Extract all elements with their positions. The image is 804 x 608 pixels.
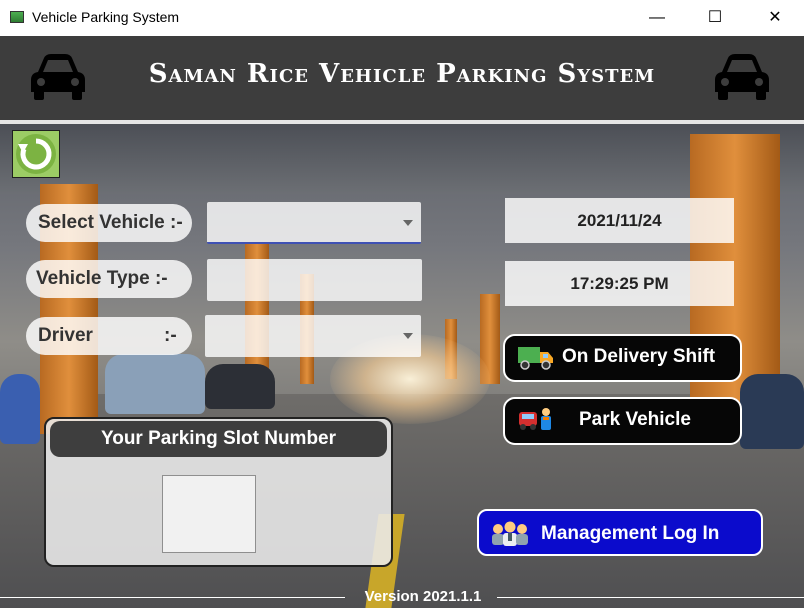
footer-divider — [497, 597, 804, 598]
park-vehicle-label: Park Vehicle — [579, 409, 691, 430]
car-icon — [715, 54, 769, 100]
minimize-button[interactable]: — — [628, 0, 686, 36]
parking-slot-title: Your Parking Slot Number — [50, 421, 387, 457]
header-banner: Saman Rice Vehicle Parking System — [0, 36, 804, 120]
parked-car — [740, 374, 804, 449]
management-team-icon — [492, 521, 528, 546]
driver-label-text: Driver — [38, 325, 93, 346]
maximize-button[interactable]: ☐ — [686, 0, 744, 36]
driver-label: Driver :- — [26, 317, 192, 355]
refresh-button[interactable] — [12, 130, 60, 178]
management-login-button[interactable]: Management Log In — [477, 509, 763, 556]
version-label: Version 2021.1.1 — [364, 588, 482, 605]
delivery-truck-icon — [518, 347, 553, 370]
park-vehicle-button[interactable]: Park Vehicle — [503, 397, 742, 445]
page-title: Saman Rice Vehicle Parking System — [148, 59, 656, 89]
parked-car — [0, 374, 40, 444]
window-titlebar: Vehicle Parking System — ☐ ✕ — [0, 0, 804, 36]
on-delivery-shift-button[interactable]: On Delivery Shift — [503, 334, 742, 382]
garage-ceiling — [0, 124, 804, 194]
select-vehicle-label: Select Vehicle :- — [26, 204, 192, 242]
parked-car — [205, 364, 275, 409]
window-title: Vehicle Parking System — [32, 9, 180, 25]
app-icon — [10, 11, 24, 23]
parked-car — [105, 354, 205, 414]
time-display: 17:29:25 PM — [505, 261, 734, 306]
parking-attendant-icon — [519, 408, 551, 430]
parking-slot-panel: Your Parking Slot Number — [44, 417, 393, 567]
app-window: Vehicle Parking System — ☐ ✕ Saman Rice … — [0, 0, 804, 608]
on-delivery-shift-label: On Delivery Shift — [562, 346, 716, 367]
date-display: 2021/11/24 — [505, 198, 734, 243]
select-vehicle-combobox[interactable] — [207, 202, 421, 244]
chevron-down-icon — [403, 333, 413, 339]
chevron-down-icon — [403, 220, 413, 226]
parking-slot-number-box — [162, 475, 256, 553]
vehicle-type-field — [207, 259, 422, 301]
close-button[interactable]: ✕ — [746, 0, 804, 36]
vehicle-type-label: Vehicle Type :- — [26, 260, 192, 298]
management-login-label: Management Log In — [541, 523, 720, 544]
footer-divider — [0, 597, 345, 598]
car-icon — [31, 54, 85, 100]
driver-label-colon: :- — [164, 325, 177, 346]
driver-combobox[interactable] — [205, 315, 421, 357]
refresh-icon — [16, 134, 56, 174]
